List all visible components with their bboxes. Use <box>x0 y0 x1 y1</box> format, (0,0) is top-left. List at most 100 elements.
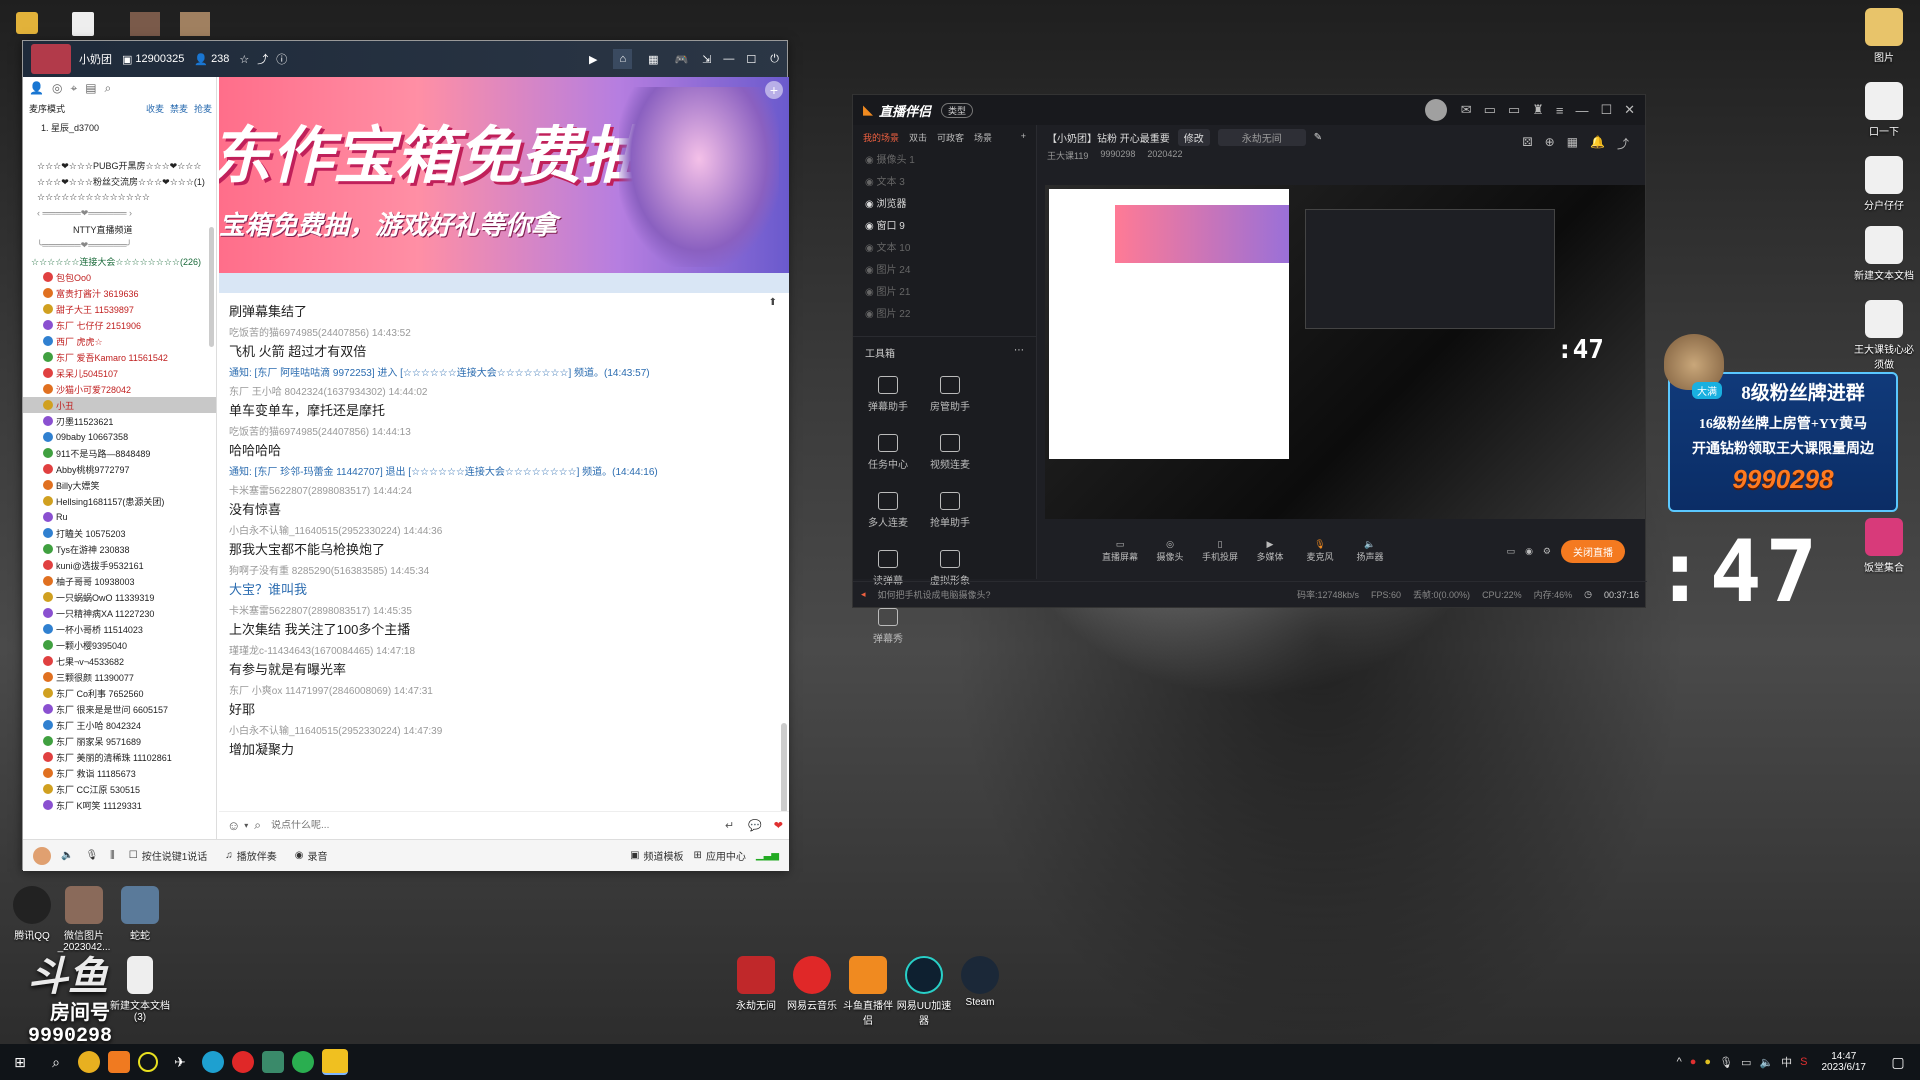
control-camera[interactable]: ◎ 摄像头 <box>1145 539 1195 563</box>
scene-item[interactable]: ◉ 图片 22 <box>853 304 1036 326</box>
eye-icon[interactable]: ◉ <box>1525 546 1533 557</box>
mode-label[interactable]: 麦序模式 <box>29 102 65 115</box>
user-list-item[interactable]: 东厂 美丽的清稀珠 11102861 <box>23 749 216 765</box>
chat-sender-meta[interactable]: 卡米塞雷5622807(2898083517) 14:45:35 <box>229 602 779 617</box>
network-icon[interactable]: ▭ <box>1741 1056 1751 1069</box>
user-list-item[interactable]: 甜子大王 11539897 <box>23 301 216 317</box>
channel-template-button[interactable]: 频道模板 <box>644 848 684 863</box>
location-icon[interactable]: ⌖ <box>70 81 77 96</box>
eye-icon[interactable]: ◉ <box>865 287 877 298</box>
gear-icon[interactable]: ⚙ <box>1543 546 1551 557</box>
folder-icon[interactable] <box>16 12 38 34</box>
tray-app-icon[interactable]: ● <box>1704 1056 1711 1068</box>
maximize-icon[interactable]: ☐ <box>1600 102 1612 118</box>
yy-titlebar[interactable]: 小奶团 ▣ 12900325 👤 238 ☆ ⤴ ⓘ ▶ ⌂ ▦ 🎮 ⇲ — ☐… <box>23 41 787 77</box>
channel-group[interactable]: ☆☆☆❤☆☆☆粉丝交流房☆☆☆❤☆☆☆(1) <box>23 173 216 189</box>
desktop-icon-wechat-image[interactable]: 微信图片_2023042... <box>52 886 116 953</box>
scene-item[interactable]: ◉ 浏览器 <box>853 194 1036 216</box>
record-button[interactable]: 录音 <box>308 848 328 863</box>
chat-sender-meta[interactable]: 狗啊子没有重 8285290(516383585) 14:45:34 <box>229 562 779 577</box>
tool-button[interactable]: 抢单助手 <box>919 484 981 542</box>
app-grid-icon[interactable]: ⊞ <box>694 850 702 861</box>
video-icon[interactable]: ▶ <box>589 53 597 66</box>
message-icon[interactable]: ▭ <box>1484 102 1496 118</box>
microphone-icon[interactable]: 🎙 <box>1719 1056 1733 1069</box>
tab-grab-mic[interactable]: 抢麦 <box>194 102 212 115</box>
user-list-item[interactable]: 东厂 丽家呆 9571689 <box>23 733 216 749</box>
user-list-item[interactable]: 东厂 很来是是世问 6605157 <box>23 701 216 717</box>
avatar[interactable] <box>1424 99 1447 121</box>
netease-music-icon[interactable] <box>232 1051 254 1073</box>
user-list-item[interactable]: 东厂 CC江原 530515 <box>23 781 216 797</box>
scrollbar[interactable] <box>209 227 214 347</box>
tab-double[interactable]: 双击 <box>909 131 927 144</box>
app-icon[interactable] <box>262 1051 284 1073</box>
channel-group[interactable]: ☆☆☆☆☆☆☆☆☆☆☆☆☆☆ <box>23 189 216 205</box>
user-list-item[interactable]: 东厂 救诣 11185673 <box>23 765 216 781</box>
image-thumbnail-icon[interactable] <box>130 12 160 36</box>
tray-app-icon[interactable]: S <box>1800 1056 1807 1068</box>
user-list-item[interactable]: 东厂 Co利事 7652560 <box>23 685 216 701</box>
avatar[interactable] <box>33 846 51 865</box>
minimize-icon[interactable]: — <box>1575 103 1588 118</box>
speaker-icon[interactable]: 🔈 <box>61 850 73 861</box>
eye-icon[interactable]: ◉ <box>865 177 877 188</box>
user-list-item[interactable]: 呆呆儿5045107 <box>23 365 216 381</box>
send-icon[interactable]: ↵ <box>725 819 734 832</box>
eye-icon[interactable]: ◉ <box>865 309 877 320</box>
bell-icon[interactable]: 🔔 <box>1590 135 1605 152</box>
menu-icon[interactable]: ≡ <box>1556 103 1564 118</box>
eye-icon[interactable]: ◉ <box>865 265 877 276</box>
minimize-icon[interactable]: — <box>723 53 734 65</box>
gamepad-icon[interactable]: 🎮 <box>675 53 689 66</box>
user-list-item[interactable]: 七果¬v¬4533682 <box>23 653 216 669</box>
tool-button[interactable]: 弹幕助手 <box>857 368 919 426</box>
user-list-item[interactable]: 东厂 王小哈 8042324 <box>23 717 216 733</box>
user-list-item[interactable]: 富贵打酱汁 3619636 <box>23 285 216 301</box>
category-selector[interactable]: 永劫无间 <box>1217 129 1306 146</box>
user-list-item[interactable]: 一颗小樱9395040 <box>23 637 216 653</box>
user-list-item[interactable]: Hellsing1681157(患源关团) <box>23 493 216 509</box>
chevron-down-icon[interactable]: ▾ <box>244 821 248 830</box>
list-icon[interactable]: ▤ <box>85 81 96 95</box>
tool-button[interactable]: 房管助手 <box>919 368 981 426</box>
edit-pencil-icon[interactable]: ✎ <box>1314 132 1322 143</box>
desktop-icon-6[interactable]: 饭堂集合 <box>1852 518 1916 574</box>
tab-scene[interactable]: 场景 <box>974 131 992 144</box>
desktop-icon-naraka[interactable]: 永劫无间 <box>728 956 784 1012</box>
desktop-icon-netease-music[interactable]: 网易云音乐 <box>784 956 840 1012</box>
document-icon[interactable] <box>72 12 94 36</box>
mail-icon[interactable]: ✉ <box>1461 102 1472 118</box>
chat-sender-meta[interactable]: 瑾瑾龙c-11434643(1670084465) 14:47:18 <box>229 642 779 657</box>
desktop-icon-steam[interactable]: Steam <box>952 956 1008 1008</box>
chevron-up-icon[interactable]: ^ <box>1677 1056 1682 1068</box>
app-icon[interactable] <box>138 1052 158 1072</box>
desktop-icon-3[interactable]: 分户仔仔 <box>1852 156 1916 212</box>
eye-icon[interactable]: ◉ <box>865 221 877 232</box>
lock-icon[interactable]: ⊕ <box>1545 135 1555 152</box>
user-list-item[interactable]: 一只蜗蜗OwO 11339319 <box>23 589 216 605</box>
stop-live-button[interactable]: 关闭直播 <box>1561 539 1625 563</box>
accompaniment-button[interactable]: 播放伴奏 <box>237 848 277 863</box>
user-list-item[interactable]: Ru <box>23 509 216 525</box>
control-screen[interactable]: ▭ 直播屏幕 <box>1095 539 1145 563</box>
promo-banner[interactable]: 东作宝箱免费抽 宝箱免费抽，游戏好礼等你拿 + <box>219 77 789 273</box>
user-list-item[interactable]: 小丑 <box>23 397 216 413</box>
user-list-item[interactable]: 打瞌关 10575203 <box>23 525 216 541</box>
channel-group[interactable]: ‹ ══════❤══════ › <box>23 205 216 221</box>
chat-sender-meta[interactable]: 小白永不认输_11640515(2952330224) 14:47:39 <box>229 722 779 737</box>
desktop-icon-douyu-companion[interactable]: 斗鱼直播伴侣 <box>840 956 896 1027</box>
more-icon[interactable]: ⋯ <box>1014 345 1024 360</box>
user-list-item[interactable]: 刃墨11523621 <box>23 413 216 429</box>
eye-icon[interactable]: ◉ <box>865 155 877 166</box>
user-list-item[interactable]: kuni@选拔手9532161 <box>23 557 216 573</box>
chat-scrollbar[interactable] <box>781 723 787 813</box>
edit-button[interactable]: 修改 <box>1177 129 1210 146</box>
category-badge[interactable]: 类型 <box>941 102 974 118</box>
user-list-item[interactable]: 东厂 K呵笑 11129331 <box>23 797 216 813</box>
tray-clock[interactable]: 14:47 2023/6/17 <box>1822 1051 1867 1073</box>
record-icon[interactable]: ◉ <box>295 850 304 861</box>
share-icon[interactable]: ⤴ <box>257 51 268 67</box>
yy-icon[interactable] <box>322 1049 348 1075</box>
notification-icon[interactable]: ▢ <box>1884 1048 1912 1076</box>
